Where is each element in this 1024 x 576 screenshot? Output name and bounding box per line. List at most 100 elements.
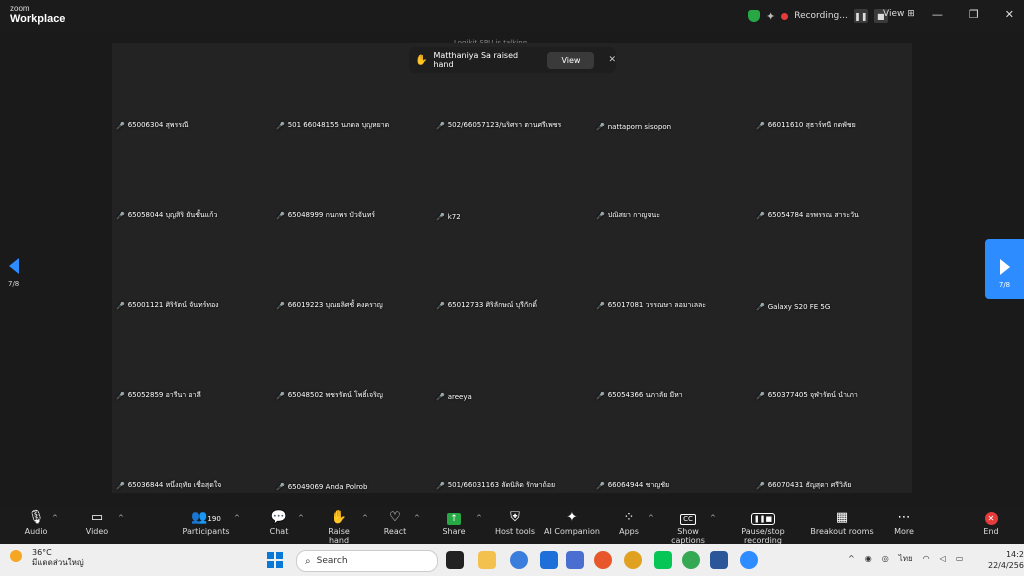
participants-button[interactable]: 👥190 Participants [180, 509, 232, 536]
dismiss-notification-icon[interactable]: ✕ [608, 55, 616, 65]
audio-options-chevron-icon[interactable]: ^ [52, 514, 58, 522]
view-raised-hand-button[interactable]: View [547, 51, 595, 69]
security-shield-icon[interactable] [748, 10, 760, 22]
chat-button[interactable]: 💬 Chat [268, 509, 290, 536]
file-explorer-icon[interactable] [478, 551, 496, 569]
participant-tile[interactable]: 🎤 65048502 พชรรัตน์ โพธิ์เจริญ [272, 313, 432, 403]
task-view-icon[interactable] [446, 551, 464, 569]
taskbar-search[interactable]: ⌕ Search [296, 550, 438, 572]
windows-start-icon[interactable] [267, 552, 283, 568]
previous-page-button[interactable]: 7/8 [8, 258, 19, 288]
participant-tile[interactable]: 🎤 650377405 จุฬารัตน์ นำเภา [752, 313, 912, 403]
line-icon[interactable] [654, 551, 672, 569]
breakout-rooms-button[interactable]: ▦ Breakout rooms [810, 509, 874, 536]
show-captions-button[interactable]: CC Show captions [660, 509, 716, 545]
chrome-profile-icon[interactable] [682, 551, 700, 569]
participants-label: Participants [182, 527, 230, 536]
video-button[interactable]: ▭ Video [83, 509, 111, 536]
minimize-icon[interactable]: — [932, 8, 943, 21]
participant-tile[interactable]: 🎤 66011610 สุธาร์ทนี กดพัชย [752, 43, 912, 133]
view-button[interactable]: View ⊞ [883, 9, 915, 19]
raise-hand-button[interactable]: ✋ Raise hand [318, 509, 360, 545]
participant-tile[interactable]: 🎤 65048999 กนกพร บัวจันทร์ [272, 133, 432, 223]
participant-name: 66064944 ชาญชัย [607, 481, 670, 489]
word-icon[interactable] [710, 551, 728, 569]
participant-tile[interactable]: 🎤 65054366 นภาลัย มีหา [592, 313, 752, 403]
audio-button[interactable]: 🎙 Audio [22, 509, 50, 536]
restore-icon[interactable]: ❐ [969, 8, 979, 21]
react-label: React [383, 527, 407, 536]
taskbar-clock[interactable]: 14:23 22/4/2568 [988, 549, 1024, 571]
weather-widget[interactable]: 36°C มีแดดส่วนใหญ่ [10, 548, 84, 568]
participant-name-label: 🎤 66064944 ชาญชัย [596, 480, 669, 491]
close-icon[interactable]: ✕ [1005, 8, 1014, 21]
heart-icon: ♡ [389, 510, 401, 525]
wifi-icon[interactable]: ◠ [923, 554, 930, 563]
store-icon[interactable] [540, 551, 558, 569]
ai-companion-button[interactable]: ✦ AI Companion [544, 509, 600, 536]
apps-button[interactable]: ⁘ Apps [618, 509, 640, 536]
participant-tile[interactable]: 🎤 65001121 ศิริรัตน์ จันทร์ทอง [112, 223, 272, 313]
participants-options-chevron-icon[interactable]: ^ [234, 514, 240, 522]
participant-name-label: 🎤 65012733 ศิริลักษณ์ บุรีกักดิ์ [436, 300, 537, 311]
tray-chevron-icon[interactable]: ^ [848, 554, 855, 563]
participant-tile[interactable]: 🎤 501 66048155 นภดล บุญหยาด [272, 43, 432, 133]
pause-stop-icon: ❚❚■ [723, 509, 803, 527]
participant-tile[interactable]: 🎤 65012733 ศิริลักษณ์ บุรีกักดิ์ [432, 223, 592, 313]
participant-tile[interactable]: 🎤 501/66031163 ลัดนิลิด รักษาถ้อย [432, 403, 592, 493]
firefox-icon[interactable] [594, 551, 612, 569]
zoom-taskbar-icon[interactable] [740, 551, 758, 569]
participant-tile[interactable]: 🎤 66064944 ชาญชัย [592, 403, 752, 493]
participant-name: 65048999 กนกพร บัวจันทร์ [287, 211, 376, 219]
more-button[interactable]: ⋯ More [890, 509, 918, 536]
participant-tile[interactable]: 🎤 nattaporn sisopon [592, 43, 752, 133]
participant-tile[interactable]: 🎤 66070431 ธัญสุดา ศรีวิลัย [752, 403, 912, 493]
next-page-button[interactable]: 7/8 [985, 239, 1024, 299]
participant-name-label: 🎤 501 66048155 นภดล บุญหยาด [276, 120, 389, 131]
tray-notification-icon[interactable]: ◎ [882, 554, 889, 563]
pause-recording-button[interactable]: ❚❚ [853, 9, 868, 23]
volume-icon[interactable]: ◁ [940, 554, 946, 563]
participant-name-label: 🎤 66011610 สุธาร์ทนี กดพัชย [756, 120, 856, 131]
share-button[interactable]: ↑ Share [442, 509, 466, 536]
raise-hand-options-chevron-icon[interactable]: ^ [362, 514, 368, 522]
participant-name-label: 🎤 65054366 นภาลัย มีหา [596, 390, 683, 401]
participant-name-label: 🎤 65058044 บุญสิริ ยันชั้นแก้ว [116, 210, 217, 221]
host-tools-button[interactable]: ⛨ Host tools [493, 509, 537, 536]
participant-name-label: 🎤 65017081 วรรณษา ลอมาเลละ [596, 300, 706, 311]
participant-tile[interactable]: 🎤 65006304 สุพรรณี [112, 43, 272, 133]
chrome-icon[interactable] [624, 551, 642, 569]
participant-name: 65048502 พชรรัตน์ โพธิ์เจริญ [287, 391, 383, 399]
mic-muted-icon: 🎤 [596, 301, 605, 310]
participant-tile[interactable]: 🎤 65049069 Anda Polrob [272, 403, 432, 493]
participant-tile[interactable]: 🎤 65036844 หนึ่งฤทัย เชื่อสุดใจ [112, 403, 272, 493]
participant-tile[interactable]: 🎤 areeya [432, 313, 592, 403]
pause-stop-recording-button[interactable]: ❚❚■ Pause/stop recording [723, 509, 803, 545]
participant-tile[interactable]: 🎤 Galaxy S20 FE 5G [752, 223, 912, 313]
participant-tile[interactable]: 🎤 65054784 อรพรรณ สาระวัน [752, 133, 912, 223]
edge-icon[interactable] [510, 551, 528, 569]
captions-options-chevron-icon[interactable]: ^ [710, 514, 716, 522]
share-options-chevron-icon[interactable]: ^ [476, 514, 482, 522]
participant-tile[interactable]: 🎤 66019223 บุณยลิศชั้ คงคราญ [272, 223, 432, 313]
react-options-chevron-icon[interactable]: ^ [414, 514, 420, 522]
participant-tile[interactable]: 🎤 65017081 วรรณษา ลอมาเลละ [592, 223, 752, 313]
battery-icon[interactable]: ▭ [956, 554, 964, 563]
participant-name: 65036844 หนึ่งฤทัย เชื่อสุดใจ [127, 481, 222, 489]
chat-options-chevron-icon[interactable]: ^ [298, 514, 304, 522]
ai-sparkle-icon[interactable]: ✦ [766, 10, 775, 23]
end-meeting-button[interactable]: ✕ End [978, 509, 1004, 536]
mic-muted-icon: 🎤 [436, 213, 445, 221]
participant-tile[interactable]: 🎤 65052859 อารีนา อาลี [112, 313, 272, 403]
mic-muted-icon: 🎤 [276, 121, 285, 130]
participant-tile[interactable]: 🎤 ปณิสยา กาญจนะ [592, 133, 752, 223]
react-button[interactable]: ♡ React [382, 509, 408, 536]
language-indicator[interactable]: ไทย [899, 552, 913, 565]
teams-icon[interactable] [566, 551, 584, 569]
mic-muted-icon: 🎤 [756, 211, 765, 220]
apps-options-chevron-icon[interactable]: ^ [648, 514, 654, 522]
tray-app-icon[interactable]: ◉ [865, 554, 872, 563]
participant-tile[interactable]: 🎤 65058044 บุญสิริ ยันชั้นแก้ว [112, 133, 272, 223]
participant-tile[interactable]: 🎤 k72 [432, 133, 592, 223]
video-options-chevron-icon[interactable]: ^ [118, 514, 124, 522]
